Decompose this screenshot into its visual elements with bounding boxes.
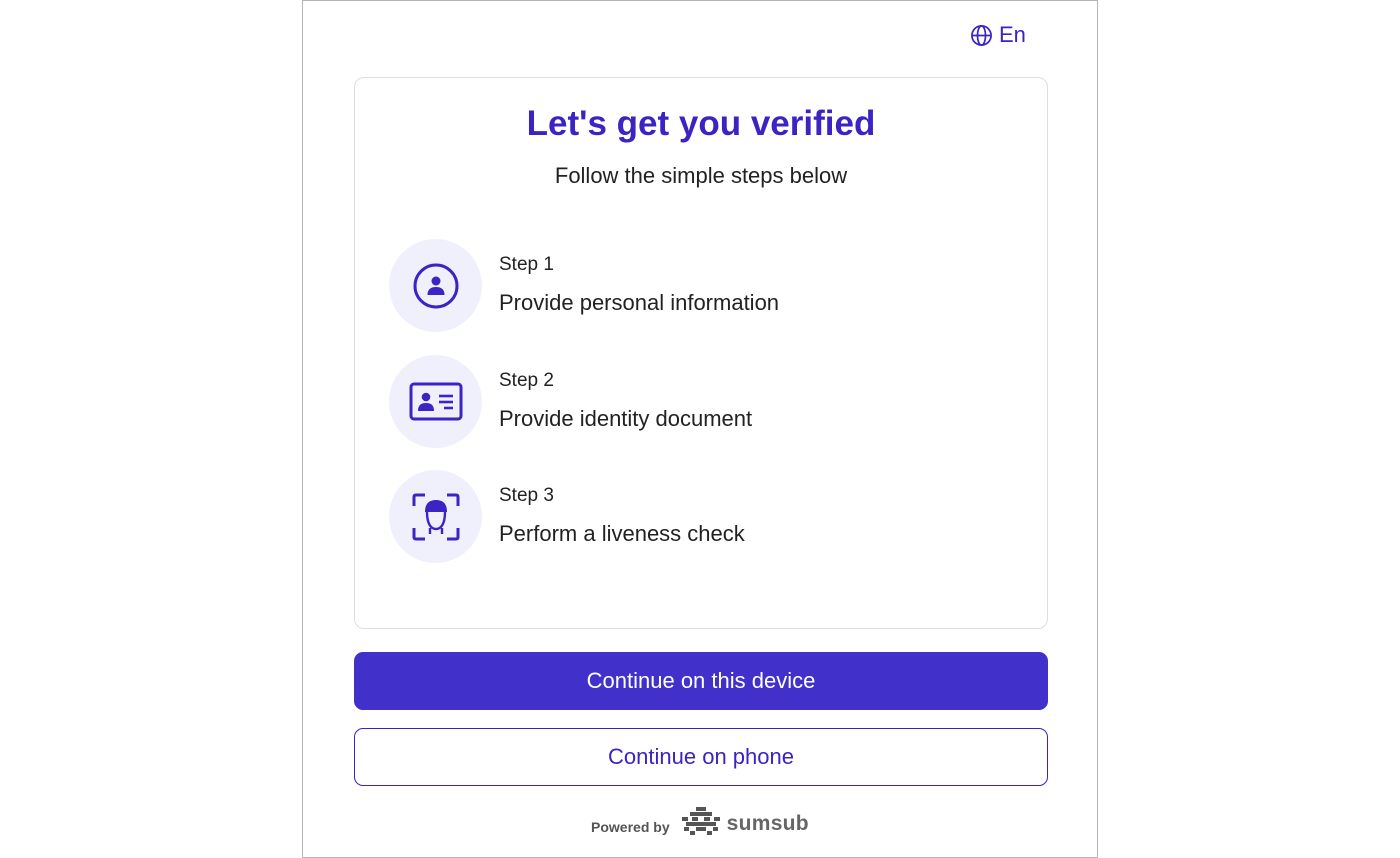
step-item-2: Step 2 Provide identity document [389, 355, 1009, 449]
step-item-3: Step 3 Perform a liveness check [389, 470, 1009, 564]
language-selector[interactable]: En [970, 22, 1026, 48]
step-description: Provide personal information [499, 290, 780, 315]
page-title: Let's get you verified [526, 104, 876, 143]
page-subtitle: Follow the simple steps below [554, 163, 848, 188]
brand-logo[interactable]: sumsub [681, 807, 809, 840]
globe-icon [970, 24, 993, 47]
continue-on-device-button[interactable]: Continue on this device [354, 652, 1048, 710]
step-description: Provide identity document [499, 406, 753, 431]
sumsub-logo-icon [681, 807, 720, 840]
user-circle-icon [389, 239, 482, 332]
step-label: Step 2 [499, 370, 554, 391]
verification-frame: En Let's get you verified Follow the sim… [302, 0, 1098, 858]
step-label: Step 3 [499, 485, 554, 506]
steps-card: Let's get you verified Follow the simple… [354, 77, 1048, 629]
face-scan-icon [389, 470, 482, 563]
step-label: Step 1 [499, 254, 554, 275]
id-card-icon [389, 355, 482, 448]
continue-on-phone-button[interactable]: Continue on phone [354, 728, 1048, 786]
language-label: En [999, 22, 1026, 47]
step-description: Perform a liveness check [499, 521, 745, 546]
brand-name: sumsub [726, 811, 809, 835]
step-item-1: Step 1 Provide personal information [389, 239, 1009, 333]
powered-by-text: Powered by [591, 818, 670, 835]
powered-by-footer: Powered by sumsub [303, 807, 1097, 840]
